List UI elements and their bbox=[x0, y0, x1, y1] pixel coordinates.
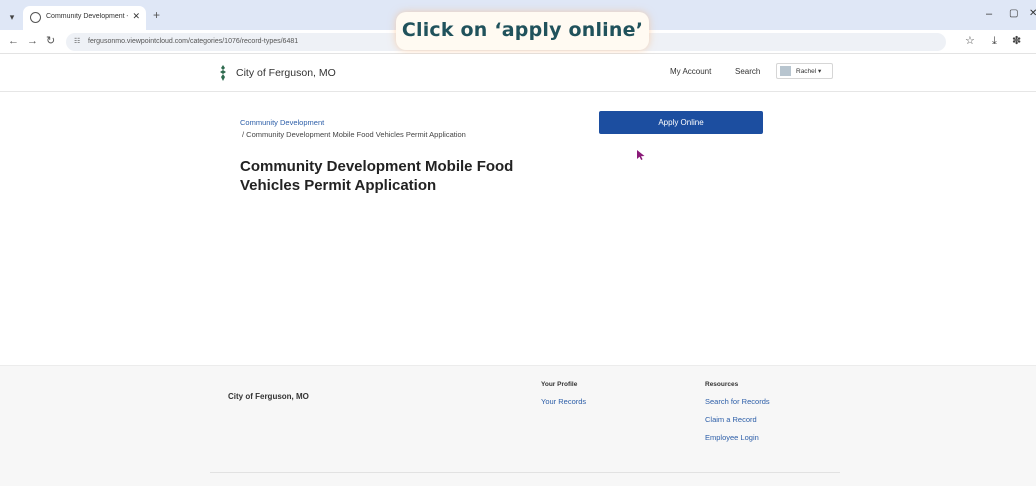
tab-search-menu-icon[interactable]: ▾ bbox=[5, 10, 19, 24]
instruction-banner: Click on ‘apply online’ bbox=[396, 12, 649, 50]
my-account-link[interactable]: My Account bbox=[670, 67, 711, 76]
window-maximize-button[interactable]: ▢ bbox=[1009, 8, 1018, 19]
apply-online-button[interactable]: Apply Online bbox=[599, 111, 763, 134]
site-header: City of Ferguson, MO My Account Search R… bbox=[0, 54, 1036, 92]
browser-tab[interactable]: Community Development - City ✕ bbox=[23, 6, 146, 30]
url-text[interactable]: fergusonmo.viewpointcloud.com/categories… bbox=[88, 38, 298, 45]
breadcrumb-current: / Community Development Mobile Food Vehi… bbox=[242, 130, 466, 139]
back-button[interactable]: ← bbox=[8, 35, 19, 47]
tab-title: Community Development - City bbox=[46, 13, 128, 20]
download-icon[interactable]: ⤓ bbox=[992, 35, 997, 47]
new-tab-button[interactable]: + bbox=[153, 9, 160, 21]
site-name-link[interactable]: City of Ferguson, MO bbox=[236, 67, 336, 79]
tab-favicon-icon bbox=[30, 12, 41, 23]
search-link[interactable]: Search bbox=[735, 67, 760, 76]
footer-employee-login-link[interactable]: Employee Login bbox=[705, 433, 759, 442]
site-footer: City of Ferguson, MO Your Profile Your R… bbox=[0, 365, 1036, 486]
window-minimize-button[interactable]: – bbox=[986, 8, 992, 20]
site-info-icon[interactable]: ☷ bbox=[74, 37, 80, 45]
footer-claim-record-link[interactable]: Claim a Record bbox=[705, 415, 757, 424]
extensions-icon[interactable]: ✽ bbox=[1012, 35, 1021, 47]
breadcrumb-parent-link[interactable]: Community Development bbox=[240, 118, 324, 127]
footer-search-records-link[interactable]: Search for Records bbox=[705, 397, 770, 406]
instruction-text: Click on ‘apply online’ bbox=[401, 19, 644, 41]
footer-your-records-link[interactable]: Your Records bbox=[541, 397, 586, 406]
reload-button[interactable]: ↻ bbox=[46, 35, 55, 47]
footer-resources-heading: Resources bbox=[705, 381, 739, 388]
page-title: Community Development Mobile Food Vehicl… bbox=[240, 158, 514, 194]
avatar bbox=[780, 66, 791, 76]
footer-brand: City of Ferguson, MO bbox=[228, 392, 309, 401]
ferguson-logo-icon[interactable] bbox=[218, 65, 228, 81]
tab-close-icon[interactable]: ✕ bbox=[132, 11, 140, 22]
footer-profile-heading: Your Profile bbox=[541, 381, 578, 388]
user-name: Rachel ▾ bbox=[796, 68, 822, 75]
footer-divider bbox=[210, 472, 840, 473]
forward-button[interactable]: → bbox=[27, 35, 38, 47]
bookmark-star-icon[interactable]: ☆ bbox=[965, 35, 975, 47]
window-close-button[interactable]: ✕ bbox=[1029, 8, 1036, 19]
user-menu-button[interactable]: Rachel ▾ bbox=[776, 63, 833, 79]
mouse-cursor-icon bbox=[637, 150, 645, 160]
